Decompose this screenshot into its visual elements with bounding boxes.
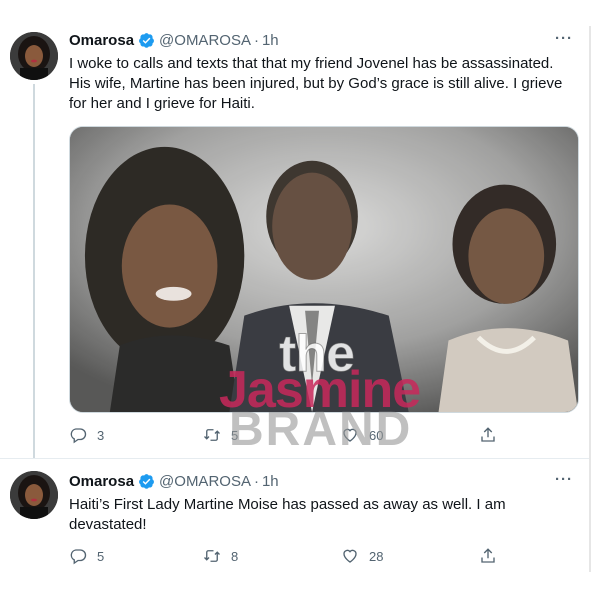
author-handle[interactable]: @OMAROSA — [159, 473, 251, 490]
reply-icon — [70, 428, 87, 444]
retweet-button[interactable]: 5 — [203, 426, 238, 444]
thread-line — [33, 84, 35, 458]
tweet-header: Omarosa @OMAROSA · 1h — [69, 473, 279, 490]
tweet-actions: 5 8 28 — [69, 547, 509, 567]
tweet-header: Omarosa @OMAROSA · 1h — [69, 32, 279, 49]
tweet[interactable]: Omarosa @OMAROSA · 1h ··· I woke to call… — [0, 26, 589, 458]
photo-image — [70, 127, 578, 412]
tweet-text: Haiti’s First Lady Martine Moise has pas… — [69, 496, 506, 533]
timestamp[interactable]: 1h — [262, 32, 279, 49]
heart-icon — [343, 428, 357, 442]
tweet-photo[interactable] — [69, 126, 579, 413]
avatar-image — [10, 32, 58, 80]
avatar[interactable] — [10, 471, 58, 519]
verified-badge-icon — [139, 474, 154, 489]
tweet[interactable]: Omarosa @OMAROSA · 1h ··· Haiti’s First … — [0, 458, 589, 572]
author-name[interactable]: Omarosa — [69, 32, 134, 49]
reply-icon — [70, 549, 87, 565]
like-button[interactable]: 28 — [341, 547, 383, 565]
reply-button[interactable]: 5 — [69, 547, 104, 565]
timeline-border — [589, 26, 591, 572]
reply-button[interactable]: 3 — [69, 426, 104, 444]
share-button[interactable] — [479, 426, 507, 444]
reply-count: 5 — [97, 548, 105, 564]
timestamp[interactable]: 1h — [262, 473, 279, 490]
separator: · — [253, 32, 259, 49]
author-name[interactable]: Omarosa — [69, 473, 134, 490]
retweet-icon — [204, 429, 220, 441]
share-icon — [481, 548, 495, 563]
like-count: 60 — [369, 427, 384, 443]
retweet-count: 8 — [231, 548, 239, 564]
share-icon — [481, 427, 495, 442]
like-count: 28 — [369, 548, 384, 564]
author-handle[interactable]: @OMAROSA — [159, 32, 251, 49]
share-button[interactable] — [479, 547, 507, 565]
retweet-icon — [204, 550, 220, 562]
like-button[interactable]: 60 — [341, 426, 383, 444]
avatar[interactable] — [10, 32, 58, 80]
tweet-text: I woke to calls and texts that that my f… — [69, 55, 563, 112]
retweet-button[interactable]: 8 — [203, 547, 238, 565]
more-icon[interactable]: ··· — [555, 30, 573, 47]
avatar-image — [10, 471, 58, 519]
more-icon[interactable]: ··· — [555, 471, 573, 488]
retweet-count: 5 — [231, 427, 239, 443]
heart-icon — [343, 549, 357, 563]
verified-badge-icon — [139, 33, 154, 48]
reply-count: 3 — [97, 427, 105, 443]
tweet-actions: 3 5 60 — [69, 426, 509, 446]
separator: · — [253, 473, 259, 490]
